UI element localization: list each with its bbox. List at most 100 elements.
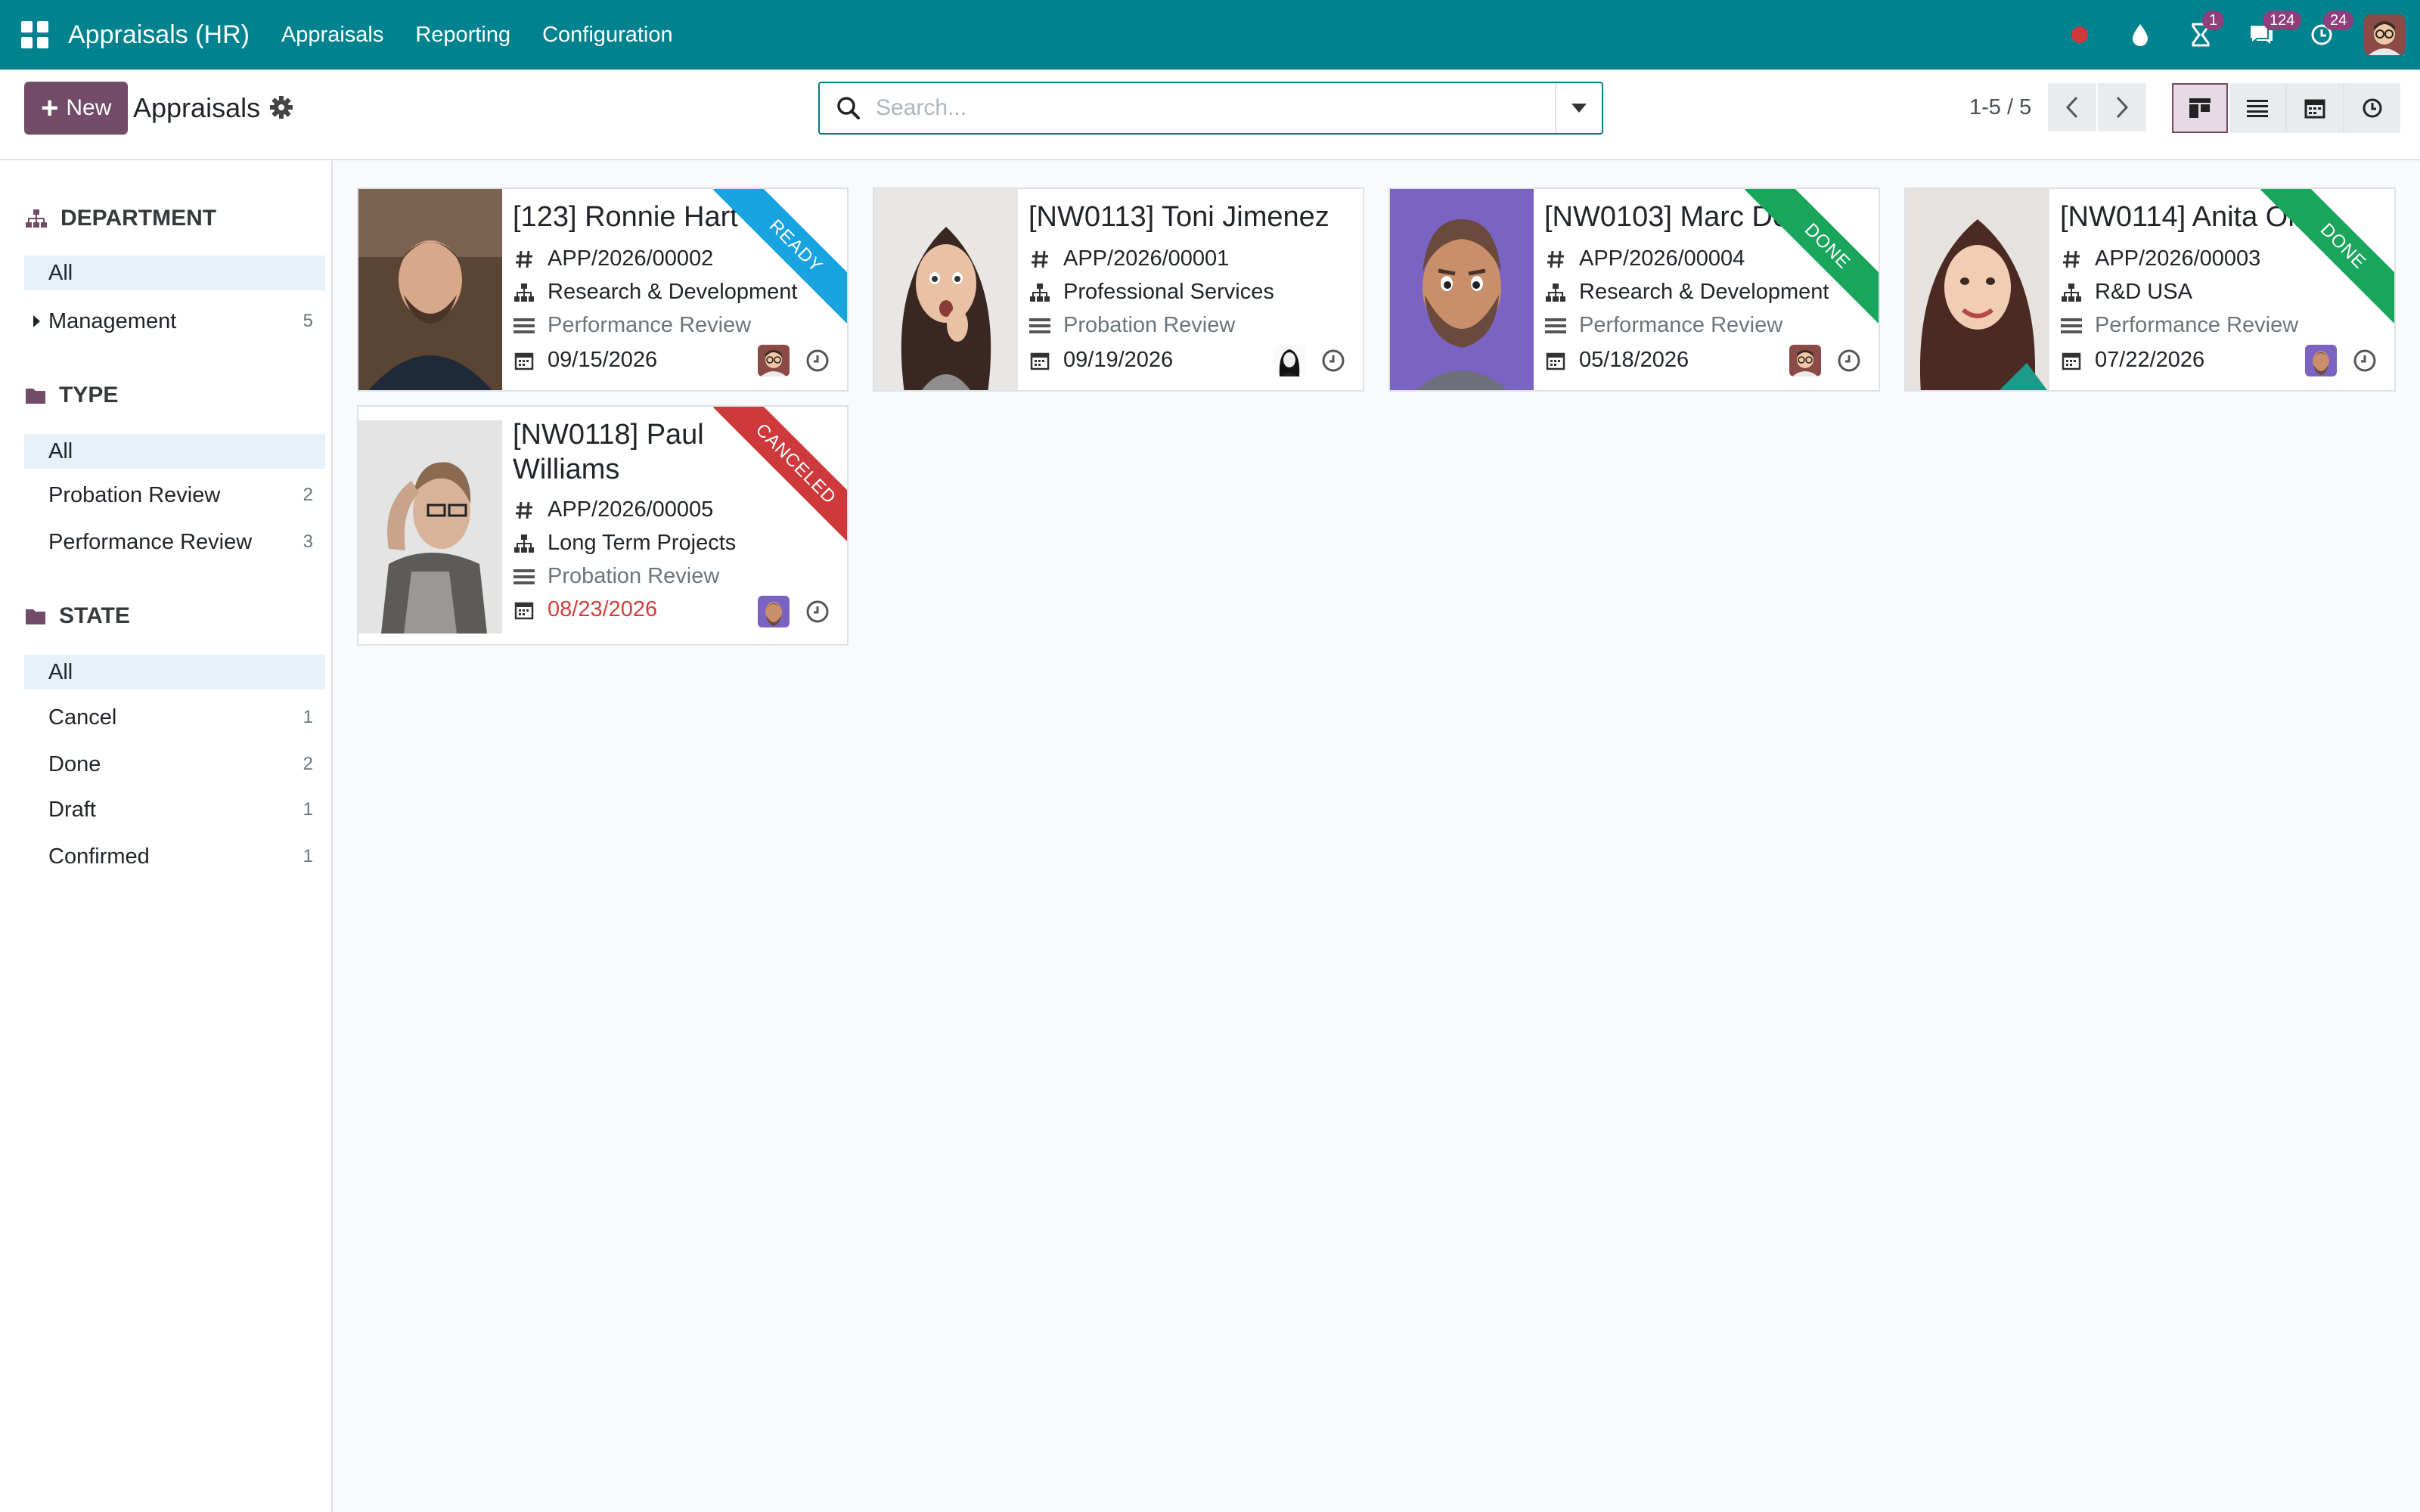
type-item-label: Performance Review <box>48 529 253 554</box>
department-row: Research & Development <box>1544 280 1829 305</box>
type-item-probation-review[interactable]: Probation Review 2 <box>24 478 325 513</box>
kanban-card[interactable]: [NW0113] Toni Jimenez APP/2026/00001 Pro… <box>873 187 1364 392</box>
app-title[interactable]: Appraisals (HR) <box>68 20 250 50</box>
appraisal-type: Probation Review <box>548 564 720 588</box>
pager-next-button[interactable] <box>2098 83 2146 132</box>
department-heading: DEPARTMENT <box>24 206 216 231</box>
calendar-icon <box>2060 349 2083 372</box>
appraisal-ref: APP/2026/00002 <box>548 246 714 271</box>
state-item-all[interactable]: All <box>24 655 325 689</box>
activity-clock-icon[interactable] <box>805 348 830 373</box>
appraisal-ref-row: APP/2026/00001 <box>1028 246 1229 271</box>
employee-photo <box>1390 189 1534 390</box>
manager-avatar[interactable] <box>1789 345 1821 376</box>
search-panel-sidebar: DEPARTMENT All Management 5 TYPE All Pro… <box>0 160 333 1512</box>
state-item-done[interactable]: Done 2 <box>24 747 325 782</box>
appraisal-date: 07/22/2026 <box>2095 348 2205 372</box>
caret-right-icon[interactable] <box>33 315 40 327</box>
new-button-label: New <box>66 95 112 120</box>
manager-avatar[interactable] <box>758 345 790 376</box>
user-avatar[interactable] <box>2364 14 2405 55</box>
list-bars-icon <box>1544 314 1567 337</box>
appraisal-date: 09/19/2026 <box>1063 348 1174 372</box>
type-item-performance-review[interactable]: Performance Review 3 <box>24 525 325 559</box>
date-row: 07/22/2026 <box>2060 348 2204 373</box>
employee-name: [NW0113] Toni Jimenez <box>1028 201 1329 233</box>
kanban-card[interactable]: [NW0114] Anita Oli APP/2026/00003 R&D US… <box>1904 187 2396 392</box>
new-button[interactable]: + New <box>24 82 129 135</box>
date-row: 08/23/2026 <box>513 597 657 622</box>
state-item-label: Cancel <box>48 705 117 730</box>
menu-appraisals[interactable]: Appraisals <box>281 23 383 48</box>
state-item-count: 1 <box>302 707 313 727</box>
kanban-card[interactable]: [NW0118] Paul Williams APP/2026/00005 Lo… <box>357 405 849 646</box>
state-item-label: Confirmed <box>48 844 150 869</box>
state-item-label: Done <box>48 751 101 776</box>
org-chart-icon <box>1028 281 1051 304</box>
manager-avatar[interactable] <box>1274 345 1305 376</box>
menu-reporting[interactable]: Reporting <box>415 23 510 48</box>
timesheet-clock-icon[interactable]: 24 <box>2307 11 2354 50</box>
kanban-view: [123] Ronnie Hart APP/2026/00002 Researc… <box>333 160 2420 1512</box>
calendar-icon <box>2304 99 2325 119</box>
state-item-draft[interactable]: Draft 1 <box>24 792 325 827</box>
hashtag-icon <box>513 499 535 522</box>
department-item-all[interactable]: All <box>24 256 325 290</box>
manager-avatar[interactable] <box>2305 345 2337 376</box>
department-item-management[interactable]: Management 5 <box>24 304 325 339</box>
department-row: Research & Development <box>513 280 797 305</box>
activity-clock-icon[interactable] <box>1836 348 1862 373</box>
messages-chat-icon[interactable]: 124 <box>2246 11 2302 50</box>
search-icon <box>832 91 865 125</box>
search-bar <box>818 82 1603 135</box>
calendar-view-button[interactable] <box>2287 83 2344 133</box>
apps-menu-icon[interactable] <box>21 21 48 48</box>
state-item-confirmed[interactable]: Confirmed 1 <box>24 839 325 874</box>
record-indicator[interactable] <box>2065 20 2095 50</box>
status-ribbon: READY <box>713 189 847 329</box>
plus-icon: + <box>41 91 59 125</box>
pager-previous-button[interactable] <box>2048 83 2096 132</box>
appraisal-date: 05/18/2026 <box>1579 348 1689 372</box>
activities-hourglass-icon[interactable]: 1 <box>2186 11 2225 50</box>
gear-icon[interactable] <box>269 95 293 119</box>
appraisal-ref-row: APP/2026/00003 <box>2060 246 2260 271</box>
kanban-icon <box>2189 98 2211 118</box>
org-chart-icon <box>513 281 535 304</box>
type-heading-label: TYPE <box>59 383 119 407</box>
activity-clock-icon[interactable] <box>805 599 830 624</box>
manager-avatar[interactable] <box>758 596 790 627</box>
kanban-card[interactable]: [NW0103] Marc De APP/2026/00004 Research… <box>1388 187 1880 392</box>
activity-clock-icon[interactable] <box>2352 348 2378 373</box>
appraisal-ref-row: APP/2026/00005 <box>513 497 713 522</box>
drop-icon[interactable] <box>2125 20 2155 50</box>
department-row: Long Term Projects <box>513 531 736 556</box>
page-title: Appraisals <box>133 92 261 123</box>
chevron-left-icon <box>2065 96 2078 119</box>
employee-name: [123] Ronnie Hart <box>513 201 738 233</box>
date-row: 09/19/2026 <box>1028 348 1173 373</box>
calendar-icon <box>1028 349 1051 372</box>
menu-configuration[interactable]: Configuration <box>542 23 673 48</box>
systray: 1 124 24 <box>2065 0 2420 70</box>
search-input[interactable] <box>874 94 1528 122</box>
state-item-cancel[interactable]: Cancel 1 <box>24 700 325 735</box>
appraisal-ref-row: APP/2026/00002 <box>513 246 713 271</box>
org-chart-icon <box>513 532 535 555</box>
kanban-card[interactable]: [123] Ronnie Hart APP/2026/00002 Researc… <box>357 187 849 392</box>
state-item-count: 1 <box>302 846 313 866</box>
hashtag-icon <box>2060 248 2083 271</box>
date-row: 05/18/2026 <box>1544 348 1689 373</box>
appraisal-ref: APP/2026/00003 <box>2095 246 2261 271</box>
list-view-button[interactable] <box>2229 83 2287 133</box>
state-item-count: 2 <box>302 754 313 774</box>
activity-view-button[interactable] <box>2344 83 2400 133</box>
search-options-toggle[interactable] <box>1555 83 1602 133</box>
activity-clock-icon[interactable] <box>1320 348 1346 373</box>
type-item-all[interactable]: All <box>24 434 325 469</box>
hashtag-icon <box>1028 248 1051 271</box>
pager-value[interactable]: 1-5 / 5 <box>1969 95 2031 120</box>
org-chart-icon <box>1544 281 1567 304</box>
kanban-view-button[interactable] <box>2172 83 2228 133</box>
department-heading-label: DEPARTMENT <box>60 206 217 231</box>
